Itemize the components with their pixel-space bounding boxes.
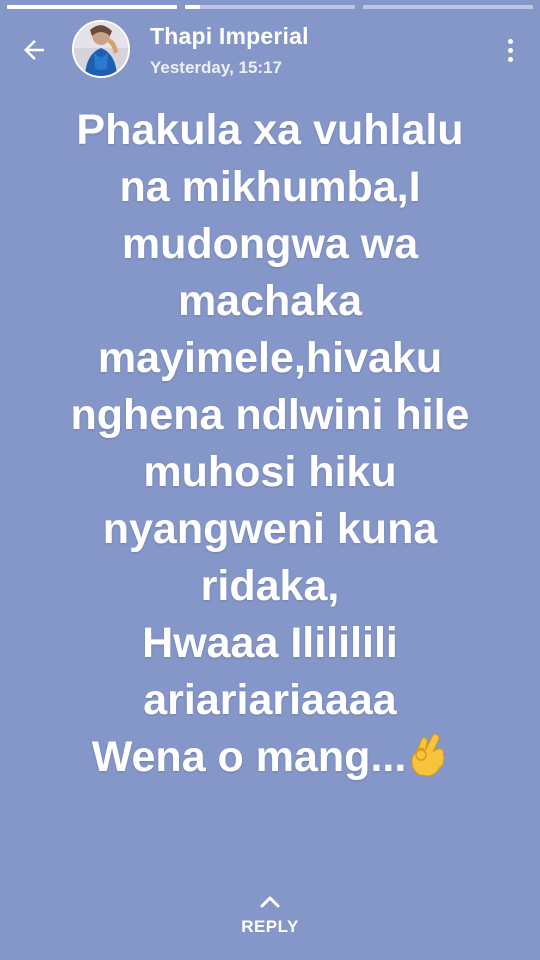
profile-photo [74, 22, 128, 76]
story-progress-bar [7, 5, 533, 9]
progress-segment [185, 5, 355, 9]
status-text-body: Phakula xa vuhlalu na mikhumba,I mudongw… [70, 106, 470, 781]
more-menu-button[interactable] [498, 34, 522, 66]
author-name: Thapi Imperial [150, 23, 309, 49]
ok-hand-emoji-icon [411, 733, 445, 777]
progress-segment [7, 5, 177, 9]
more-vertical-icon [507, 38, 513, 44]
reply-button[interactable]: REPLY [0, 893, 540, 937]
chevron-up-icon [260, 896, 280, 908]
more-vertical-icon-dot [507, 47, 513, 53]
status-text: Phakula xa vuhlalu na mikhumba,I mudongw… [20, 102, 520, 786]
progress-segment-fill [185, 5, 201, 9]
more-vertical-icon-dot [507, 56, 513, 62]
progress-segment [363, 5, 533, 9]
status-header: Thapi Imperial Yesterday, 15:17 [0, 18, 540, 82]
status-timestamp: Yesterday, 15:17 [150, 58, 282, 77]
arrow-left-icon [24, 40, 44, 60]
avatar[interactable] [72, 20, 130, 78]
progress-segment-fill [7, 5, 177, 9]
reply-label: REPLY [241, 917, 299, 936]
back-button[interactable] [14, 30, 54, 70]
